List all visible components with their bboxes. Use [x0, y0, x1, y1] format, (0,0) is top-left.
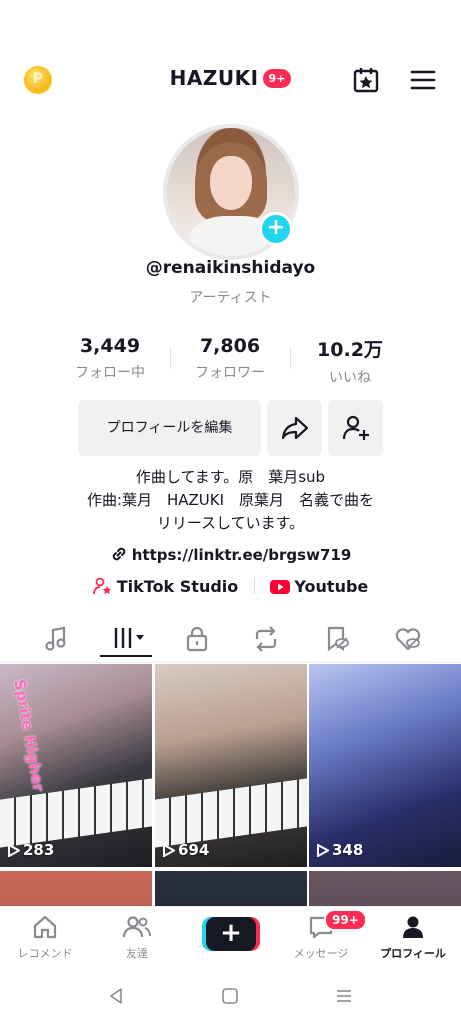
- username: @renaikinshidayo: [145, 258, 316, 278]
- play-icon: [317, 843, 331, 858]
- create-button[interactable]: +: [206, 917, 256, 951]
- profile-icon: [403, 916, 423, 938]
- notification-badge: 9+: [262, 68, 292, 88]
- share-profile-button[interactable]: [267, 400, 322, 456]
- nav-recommend[interactable]: レコメンド: [0, 913, 90, 961]
- tiktok-studio-link[interactable]: TikTok Studio: [92, 577, 244, 596]
- view-count: 694: [163, 841, 209, 859]
- tab-favorites[interactable]: [311, 623, 361, 657]
- nav-profile[interactable]: プロフィール: [368, 913, 458, 961]
- account-switcher[interactable]: HAZUKI 9+: [0, 66, 461, 90]
- system-navigation-bar: [0, 970, 461, 1024]
- following-stat[interactable]: 3,449 フォロー中: [50, 335, 170, 382]
- tab-private[interactable]: [172, 623, 222, 657]
- video-thumbnail[interactable]: [309, 871, 461, 906]
- lock-icon: [186, 626, 208, 652]
- video-thumbnail[interactable]: Sprite Higher 283: [0, 664, 152, 867]
- tab-liked[interactable]: [382, 623, 432, 657]
- grid-icon: [114, 628, 144, 648]
- play-icon: [8, 843, 22, 858]
- account-title: HAZUKI: [169, 66, 259, 90]
- bookmark-hidden-icon: [327, 626, 349, 652]
- heart-hidden-icon: [395, 628, 421, 651]
- home-square-icon[interactable]: [221, 987, 239, 1005]
- tab-reposts[interactable]: [240, 623, 290, 657]
- nav-friends[interactable]: 友達: [92, 913, 182, 961]
- content-tabs: [0, 615, 461, 663]
- bottom-navigation: レコメンド 友達 + メッセージ 99+ プロフィール: [0, 906, 461, 970]
- add-story-plus-icon[interactable]: +: [259, 212, 293, 246]
- video-thumbnail[interactable]: 348: [309, 664, 461, 867]
- video-thumbnail[interactable]: [155, 871, 307, 906]
- repost-icon: [255, 626, 277, 652]
- external-links: TikTok Studio Youtube: [0, 577, 461, 596]
- top-bar: P HAZUKI 9+: [0, 60, 461, 100]
- tab-videos[interactable]: [100, 623, 152, 657]
- youtube-link[interactable]: Youtube: [270, 577, 368, 596]
- followers-stat[interactable]: 7,806 フォロワー: [170, 335, 290, 382]
- view-count: 283: [8, 841, 54, 859]
- view-count: 348: [317, 841, 363, 859]
- video-thumbnail[interactable]: [0, 871, 152, 906]
- friends-icon: [122, 916, 151, 938]
- profile-bio: 作曲してます。原 葉月sub 作曲:葉月 HAZUKI 原葉月 名義で曲を リリ…: [86, 468, 375, 532]
- nav-inbox[interactable]: メッセージ 99+: [276, 909, 367, 961]
- play-icon: [163, 843, 177, 858]
- add-friend-button[interactable]: [328, 400, 383, 456]
- calendar-star-icon[interactable]: [352, 66, 380, 94]
- music-note-icon: [45, 626, 66, 651]
- add-user-icon: [342, 415, 369, 440]
- video-grid: Sprite Higher 283 694 348: [0, 664, 461, 906]
- menu-icon[interactable]: [409, 66, 437, 94]
- account-category: アーティスト: [189, 290, 272, 306]
- youtube-icon: [270, 580, 291, 594]
- profile-stats: 3,449 フォロー中 7,806 フォロワー 10.2万 いいね: [50, 335, 410, 387]
- likes-stat[interactable]: 10.2万 いいね: [290, 335, 410, 387]
- link-icon: [112, 547, 126, 561]
- message-count-badge: 99+: [324, 909, 367, 931]
- home-icon: [33, 915, 57, 939]
- video-thumbnail[interactable]: 694: [155, 664, 307, 867]
- user-star-icon: [92, 577, 112, 595]
- profile-link[interactable]: https://linktr.ee/brgsw719: [0, 545, 461, 564]
- edit-profile-button[interactable]: プロフィールを編集: [78, 400, 261, 456]
- recents-icon[interactable]: [335, 987, 353, 1005]
- share-arrow-icon: [281, 416, 309, 440]
- tab-music[interactable]: [31, 623, 81, 657]
- back-icon[interactable]: [107, 987, 125, 1005]
